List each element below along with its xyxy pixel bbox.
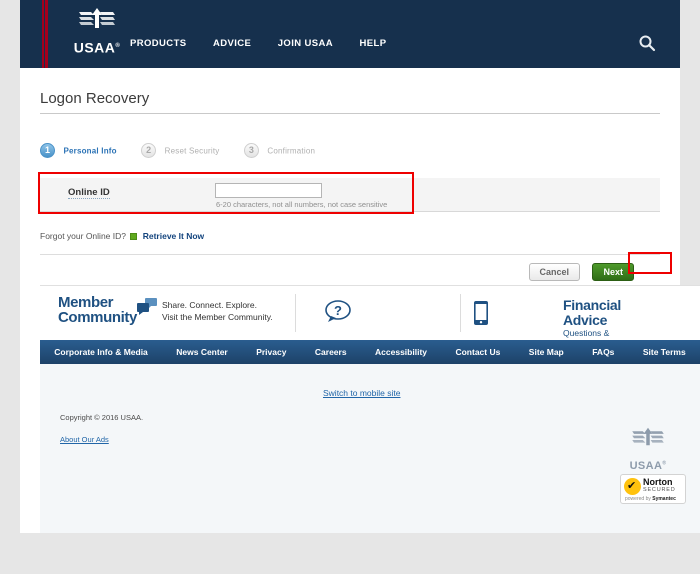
online-id-hint: 6-20 characters, not all numbers, not ca… <box>216 200 387 209</box>
usaa-eagle-icon <box>68 6 126 38</box>
step-label-reset-security: Reset Security <box>165 146 220 155</box>
usaa-logo[interactable]: USAA® <box>68 6 126 58</box>
search-icon[interactable] <box>638 34 656 52</box>
online-id-form-row: Online ID 6-20 characters, not all numbe… <box>40 178 660 212</box>
progress-stepper: 1 Personal Info 2 Reset Security 3 Confi… <box>40 142 335 160</box>
footer-body: Switch to mobile site Copyright © 2016 U… <box>40 364 700 533</box>
checkmark-icon <box>624 478 641 495</box>
mobile-phone-icon <box>473 300 489 331</box>
step-label-personal-info: Personal Info <box>63 146 116 155</box>
main-nav: PRODUCTS ADVICE JOIN USAA HELP <box>130 38 408 54</box>
member-community-tagline: Share. Connect. Explore. Visit the Membe… <box>162 299 273 323</box>
nav-item-join-usaa[interactable]: JOIN USAA <box>278 38 333 49</box>
step-label-confirmation: Confirmation <box>267 146 315 155</box>
norton-powered-prefix: powered by <box>625 496 652 502</box>
usaa-eagle-icon-footer <box>630 441 666 458</box>
footer-link-corporate-info-media[interactable]: Corporate Info & Media <box>54 340 148 364</box>
about-our-ads-link[interactable]: About Our Ads <box>60 435 109 444</box>
nav-item-advice[interactable]: ADVICE <box>213 38 251 49</box>
norton-text: Norton SECURED <box>643 477 676 494</box>
footer-link-privacy[interactable]: Privacy <box>256 340 286 364</box>
promo-go-mobile[interactable]: GO MOBILE apps & more <box>460 286 680 341</box>
cancel-button[interactable]: Cancel <box>529 263 581 281</box>
norton-secured-label: SECURED <box>643 487 676 494</box>
promo-member-community[interactable]: Member Community Share. Connect. Explore… <box>40 286 295 341</box>
norton-name: Norton <box>643 477 676 487</box>
usaa-wordmark: USAA® <box>68 39 126 55</box>
norton-powered-by: powered by Symantec <box>625 496 676 502</box>
footer-link-site-terms[interactable]: Site Terms <box>643 340 686 364</box>
retrieve-it-now-link[interactable]: Retrieve It Now <box>143 231 204 241</box>
page-title: Logon Recovery <box>40 90 660 114</box>
online-id-label[interactable]: Online ID <box>68 187 110 199</box>
promo-financial-advice[interactable]: ? Financial Advice Questions & Answers <box>295 286 460 341</box>
footer-usaa-wordmark: USAA® <box>624 460 672 472</box>
stepper-step-confirmation: 3 Confirmation <box>244 142 315 160</box>
stepper-step-personal-info[interactable]: 1 Personal Info <box>40 142 117 160</box>
header-red-stripe <box>42 0 48 68</box>
forgot-online-id-text: Forgot your Online ID? <box>40 231 126 241</box>
screenshot-root: USAA® PRODUCTS ADVICE JOIN USAA HELP Log… <box>0 0 700 574</box>
chat-bubbles-icon <box>136 298 158 321</box>
footer-link-faqs[interactable]: FAQs <box>592 340 614 364</box>
footer-link-accessibility[interactable]: Accessibility <box>375 340 427 364</box>
footer-link-site-map[interactable]: Site Map <box>529 340 564 364</box>
forgot-online-id-row: Forgot your Online ID? Retrieve It Now <box>40 231 204 241</box>
site-header: USAA® PRODUCTS ADVICE JOIN USAA HELP <box>20 0 680 68</box>
svg-text:?: ? <box>334 303 342 318</box>
footer-link-contact-us[interactable]: Contact Us <box>455 340 500 364</box>
promo-inner: Member Community Share. Connect. Explore… <box>40 286 680 341</box>
nav-item-help[interactable]: HELP <box>360 38 387 49</box>
stepper-step-reset-security: 2 Reset Security <box>141 142 219 160</box>
member-community-line2: Community <box>58 310 137 325</box>
footer-nav: Corporate Info & Media News Center Priva… <box>40 340 700 364</box>
green-square-icon <box>130 233 137 240</box>
member-community-line1: Member <box>58 295 137 310</box>
question-bubble-icon: ? <box>325 299 351 328</box>
next-button[interactable]: Next <box>592 263 634 281</box>
promo-band: Member Community Share. Connect. Explore… <box>40 285 700 340</box>
member-community-tagline-line1: Share. Connect. Explore. <box>162 299 273 311</box>
step-number-1: 1 <box>40 143 55 158</box>
step-number-3: 3 <box>244 143 259 158</box>
norton-secured-badge: Norton SECURED powered by Symantec <box>620 474 686 504</box>
member-community-logo: Member Community <box>58 295 137 325</box>
footer-link-news-center[interactable]: News Center <box>176 340 228 364</box>
step-number-2: 2 <box>141 143 156 158</box>
footer-link-careers[interactable]: Careers <box>315 340 347 364</box>
form-button-bar: Cancel Next <box>40 254 660 288</box>
norton-powered-brand: Symantec <box>652 496 676 502</box>
switch-to-mobile-site-link[interactable]: Switch to mobile site <box>323 388 400 398</box>
online-id-input[interactable] <box>215 183 322 198</box>
nav-item-products[interactable]: PRODUCTS <box>130 38 187 49</box>
copyright-text: Copyright © 2016 USAA. <box>60 413 143 422</box>
page-canvas: USAA® PRODUCTS ADVICE JOIN USAA HELP Log… <box>20 0 680 533</box>
footer-usaa-logo: USAA® <box>624 426 672 472</box>
member-community-tagline-line2: Visit the Member Community. <box>162 311 273 323</box>
